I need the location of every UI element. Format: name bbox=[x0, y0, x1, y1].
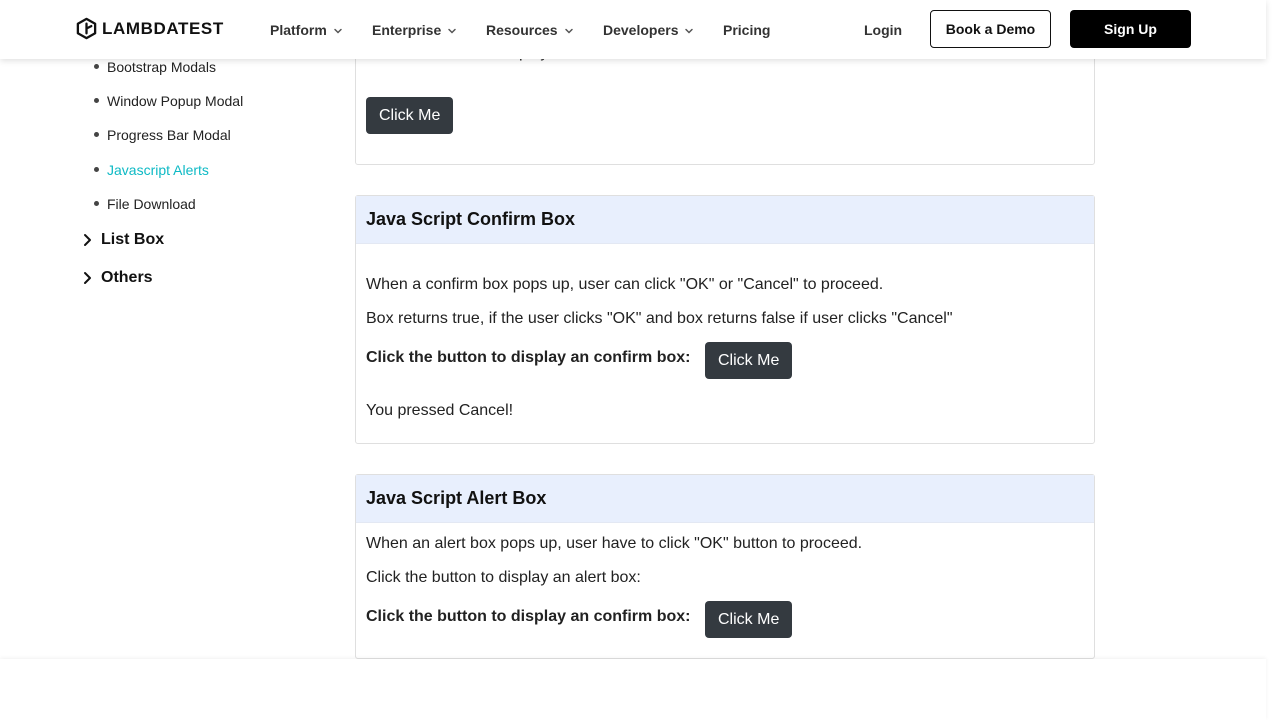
alert-click-me-button-2[interactable]: Click Me bbox=[705, 601, 793, 638]
confirm-click-me-button[interactable]: Click Me bbox=[705, 342, 793, 379]
sidebar-group-label: List Box bbox=[101, 231, 165, 248]
chevron-right-icon bbox=[84, 234, 91, 246]
sidebar-group-list-box[interactable]: List Box bbox=[81, 227, 164, 253]
sidebar-item-label: Progress Bar Modal bbox=[107, 127, 231, 144]
sidebar-item-label: Javascript Alerts bbox=[107, 161, 209, 178]
confirm-desc-line-2: Box returns true, if the user clicks "OK… bbox=[366, 310, 953, 327]
nav-label: Pricing bbox=[723, 21, 771, 38]
alert-card-title: Java Script Alert Box bbox=[356, 475, 1094, 523]
lambdatest-logo-icon bbox=[76, 17, 97, 40]
bottom-banner bbox=[0, 659, 1266, 720]
bullet-icon bbox=[94, 98, 99, 104]
login-label: Login bbox=[864, 21, 903, 38]
alert-click-me-button[interactable]: Click Me bbox=[366, 97, 454, 134]
nav-label: Enterprise bbox=[372, 21, 442, 38]
login-link[interactable]: Login bbox=[864, 0, 902, 59]
logo[interactable]: LAMBDATEST bbox=[75, 17, 224, 40]
top-navbar: LAMBDATEST Platform Enterprise Resources… bbox=[0, 0, 1266, 59]
sidebar-item-label: Bootstrap Modals bbox=[107, 59, 216, 75]
sidebar-item-file-download[interactable]: File Download bbox=[93, 187, 243, 221]
confirm-box-card: Java Script Confirm Box When a confirm b… bbox=[355, 195, 1095, 444]
nav-label: Developers bbox=[603, 21, 679, 38]
nav-label: Platform bbox=[270, 21, 327, 38]
sidebar-group-label: Others bbox=[101, 269, 153, 286]
sign-up-button[interactable]: Sign Up bbox=[1070, 10, 1191, 48]
sidebar-item-label: Window Popup Modal bbox=[107, 93, 244, 110]
confirm-card-title: Java Script Confirm Box bbox=[356, 196, 1094, 244]
nav-platform[interactable]: Platform bbox=[270, 0, 343, 59]
chevron-down-icon bbox=[685, 28, 694, 34]
confirm-result-text: You pressed Cancel! bbox=[366, 402, 514, 419]
confirm-desc-line-1: When a confirm box pops up, user can cli… bbox=[366, 276, 884, 293]
sidebar-sub-list: Bootstrap Modals Window Popup Modal Prog… bbox=[93, 50, 243, 221]
nav-developers[interactable]: Developers bbox=[603, 0, 694, 59]
sidebar-item-javascript-alerts[interactable]: Javascript Alerts bbox=[93, 153, 243, 187]
sidebar-item-window-popup-modal[interactable]: Window Popup Modal bbox=[93, 84, 243, 118]
logo-text: LAMBDATEST bbox=[102, 18, 224, 38]
sidebar-group-others[interactable]: Others bbox=[81, 265, 153, 291]
chevron-right-icon bbox=[84, 272, 91, 284]
bullet-icon bbox=[94, 132, 99, 138]
alert-desc-line-1: When an alert box pops up, user have to … bbox=[366, 535, 863, 552]
chevron-down-icon bbox=[334, 28, 342, 34]
bullet-icon bbox=[94, 166, 99, 172]
bullet-icon bbox=[94, 200, 99, 206]
alert-desc-line-2: Click the button to display an alert box… bbox=[366, 569, 641, 586]
chevron-down-icon bbox=[448, 28, 456, 34]
alert-prompt: Click the button to display an confirm b… bbox=[366, 608, 691, 625]
sidebar-item-progress-bar-modal[interactable]: Progress Bar Modal bbox=[93, 118, 243, 152]
confirm-prompt: Click the button to display an confirm b… bbox=[366, 349, 691, 366]
nav-label: Resources bbox=[486, 21, 558, 38]
nav-pricing[interactable]: Pricing bbox=[723, 0, 770, 59]
book-demo-button[interactable]: Book a Demo bbox=[930, 10, 1051, 48]
sidebar-item-label: File Download bbox=[107, 195, 196, 212]
nav-resources[interactable]: Resources bbox=[486, 0, 574, 59]
chevron-down-icon bbox=[564, 28, 573, 34]
bullet-icon bbox=[94, 64, 99, 69]
nav-enterprise[interactable]: Enterprise bbox=[372, 0, 457, 59]
alert-box-card: Java Script Alert Box When an alert box … bbox=[355, 474, 1095, 659]
